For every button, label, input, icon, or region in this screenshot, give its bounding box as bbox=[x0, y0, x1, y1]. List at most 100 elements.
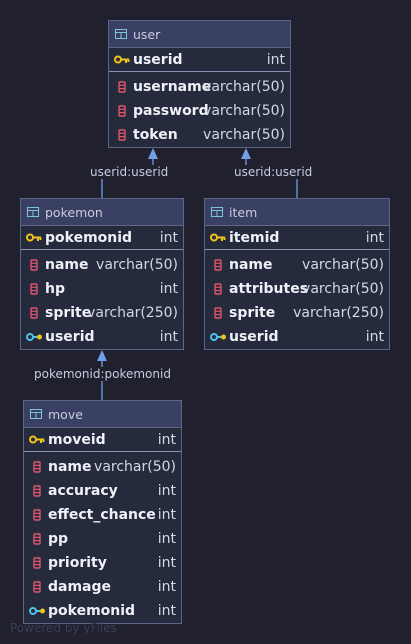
column-type: int bbox=[157, 431, 176, 448]
entity-pokemon[interactable]: pokemon pokemonid int name varchar(50) h… bbox=[20, 198, 184, 350]
column-icon bbox=[21, 283, 45, 295]
column-name: itemid bbox=[229, 229, 280, 246]
column-name: name bbox=[229, 257, 273, 273]
column-icon bbox=[24, 557, 48, 569]
column-name: password bbox=[133, 103, 209, 119]
pk-row[interactable]: itemid int bbox=[205, 226, 389, 250]
entity-title: user bbox=[133, 26, 161, 42]
edge-label-pokemon-user: userid:userid bbox=[89, 165, 170, 179]
column-icon bbox=[109, 81, 133, 93]
column-row[interactable]: token varchar(50) bbox=[109, 123, 290, 147]
pk-row[interactable]: userid int bbox=[109, 48, 290, 72]
column-name: hp bbox=[45, 281, 65, 297]
column-icon bbox=[205, 307, 229, 319]
column-type: int bbox=[157, 483, 176, 499]
diagram-canvas: userid:userid userid:userid pokemonid:po… bbox=[0, 0, 411, 644]
column-type: int bbox=[159, 281, 178, 297]
foreign-key-icon bbox=[21, 332, 45, 342]
entity-move[interactable]: move moveid int name varchar(50) accurac… bbox=[23, 400, 182, 624]
column-type: varchar(50) bbox=[94, 459, 176, 475]
column-icon bbox=[205, 259, 229, 271]
column-row[interactable]: pp int bbox=[24, 527, 181, 551]
column-row[interactable]: effect_chance int bbox=[24, 503, 181, 527]
column-name: priority bbox=[48, 555, 107, 571]
column-row[interactable]: damage int bbox=[24, 575, 181, 599]
column-icon bbox=[24, 485, 48, 497]
column-type: varchar(50) bbox=[302, 281, 384, 297]
column-icon bbox=[21, 259, 45, 271]
column-name: token bbox=[133, 127, 178, 143]
column-icon bbox=[24, 581, 48, 593]
column-name: userid bbox=[133, 51, 183, 68]
column-name: sprite bbox=[45, 305, 92, 321]
column-row[interactable]: pokemonid int bbox=[24, 599, 181, 623]
column-name: name bbox=[48, 459, 92, 475]
arrow-item-user bbox=[241, 148, 251, 159]
column-row[interactable]: userid int bbox=[205, 325, 389, 349]
entity-title: move bbox=[48, 406, 83, 422]
column-type: int bbox=[159, 329, 178, 345]
column-row[interactable]: sprite varchar(250) bbox=[205, 301, 389, 325]
column-icon bbox=[24, 533, 48, 545]
column-row[interactable]: name varchar(50) bbox=[21, 253, 183, 277]
column-type: int bbox=[157, 531, 176, 547]
column-name: accuracy bbox=[48, 483, 118, 499]
column-type: varchar(50) bbox=[203, 127, 285, 143]
watermark-text: Powered by yFiles bbox=[10, 621, 117, 635]
key-icon bbox=[205, 233, 229, 242]
pk-row[interactable]: pokemonid int bbox=[21, 226, 183, 250]
entity-header[interactable]: user bbox=[109, 21, 290, 48]
column-type: int bbox=[365, 229, 384, 246]
column-row[interactable]: name varchar(50) bbox=[205, 253, 389, 277]
column-row[interactable]: hp int bbox=[21, 277, 183, 301]
key-icon bbox=[109, 55, 133, 64]
column-name: moveid bbox=[48, 431, 106, 448]
column-icon bbox=[21, 307, 45, 319]
column-name: pp bbox=[48, 531, 69, 547]
column-row[interactable]: name varchar(50) bbox=[24, 455, 181, 479]
column-name: pokemonid bbox=[45, 229, 133, 246]
column-name: name bbox=[45, 257, 89, 273]
column-row[interactable]: attributes varchar(50) bbox=[205, 277, 389, 301]
column-type: varchar(50) bbox=[96, 257, 178, 273]
column-type: varchar(50) bbox=[203, 103, 285, 119]
entity-title: pokemon bbox=[45, 204, 103, 220]
column-type: int bbox=[365, 329, 384, 345]
column-row[interactable]: userid int bbox=[21, 325, 183, 349]
edge-label-move-pokemon: pokemonid:pokemonid bbox=[33, 367, 172, 381]
entity-header[interactable]: move bbox=[24, 401, 181, 428]
column-type: int bbox=[266, 51, 285, 68]
column-icon bbox=[24, 509, 48, 521]
column-row[interactable]: accuracy int bbox=[24, 479, 181, 503]
column-name: attributes bbox=[229, 281, 309, 297]
column-name: username bbox=[133, 79, 212, 95]
key-icon bbox=[24, 435, 48, 444]
column-icon bbox=[109, 129, 133, 141]
column-name: userid bbox=[229, 329, 279, 345]
column-type: varchar(50) bbox=[203, 79, 285, 95]
table-icon bbox=[30, 409, 42, 419]
column-name: pokemonid bbox=[48, 603, 136, 619]
pk-row[interactable]: moveid int bbox=[24, 428, 181, 452]
column-name: effect_chance bbox=[48, 507, 156, 523]
arrow-move-pokemon bbox=[97, 350, 107, 361]
column-row[interactable]: username varchar(50) bbox=[109, 75, 290, 99]
table-icon bbox=[115, 29, 127, 39]
column-row[interactable]: password varchar(50) bbox=[109, 99, 290, 123]
foreign-key-icon bbox=[205, 332, 229, 342]
arrow-pokemon-user bbox=[148, 148, 158, 159]
entity-user[interactable]: user userid int username varchar(50) pas… bbox=[108, 20, 291, 148]
column-type: varchar(250) bbox=[87, 305, 178, 321]
entity-item[interactable]: item itemid int name varchar(50) attribu… bbox=[204, 198, 390, 350]
column-type: int bbox=[157, 579, 176, 595]
column-type: int bbox=[157, 507, 176, 523]
column-type: int bbox=[157, 603, 176, 619]
entity-header[interactable]: item bbox=[205, 199, 389, 226]
entity-header[interactable]: pokemon bbox=[21, 199, 183, 226]
key-icon bbox=[21, 233, 45, 242]
column-row[interactable]: priority int bbox=[24, 551, 181, 575]
column-row[interactable]: sprite varchar(250) bbox=[21, 301, 183, 325]
column-type: int bbox=[159, 229, 178, 246]
table-icon bbox=[27, 207, 39, 217]
table-icon bbox=[211, 207, 223, 217]
